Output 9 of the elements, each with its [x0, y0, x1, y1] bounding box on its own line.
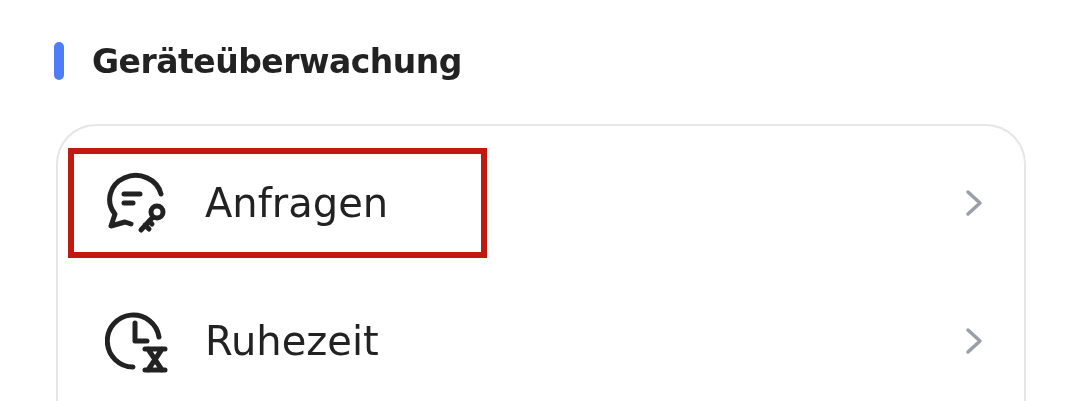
accent-bar [54, 42, 64, 80]
row-label: Anfragen [205, 180, 389, 226]
settings-row[interactable]: Ruhezeit [58, 264, 1024, 401]
chevron-icon [964, 326, 984, 356]
settings-row[interactable]: Anfragen [58, 126, 1024, 264]
clock-hourglass-icon [105, 309, 169, 373]
chevron-icon [964, 188, 984, 218]
row-label: Ruhezeit [205, 318, 379, 364]
section-title: Geräteüberwachung [92, 41, 462, 81]
